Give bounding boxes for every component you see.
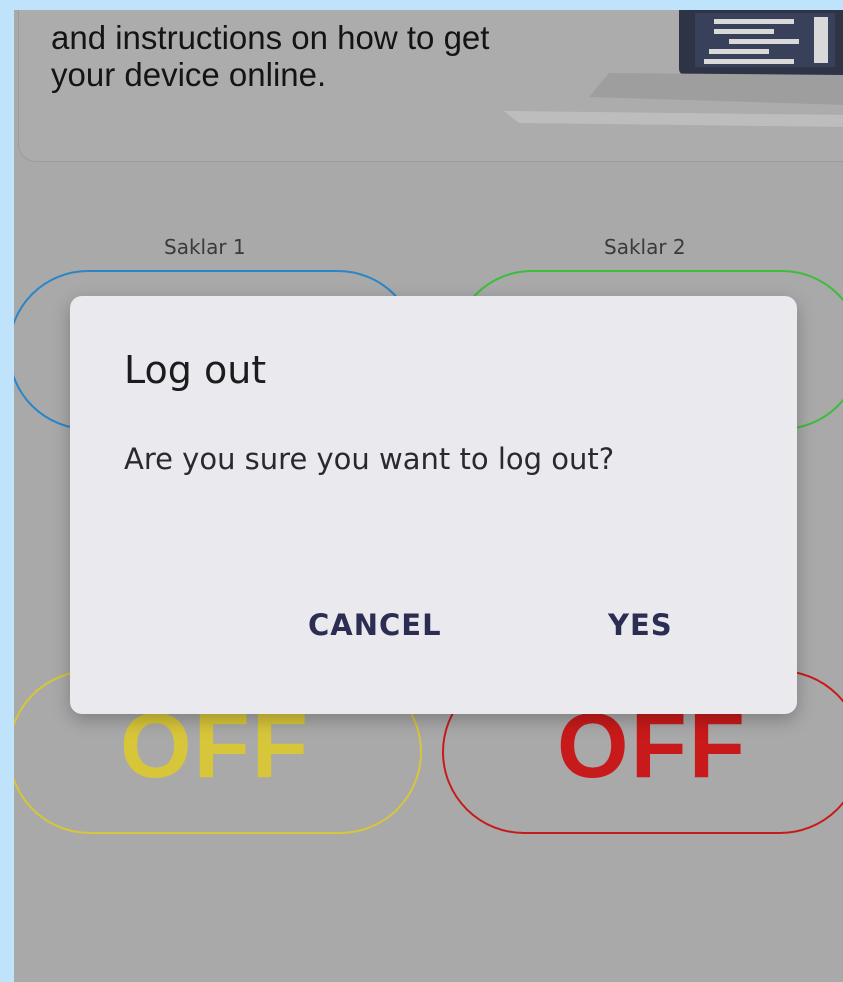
laptop-illustration	[504, 10, 843, 127]
dialog-title: Log out	[124, 348, 267, 392]
frame-top	[0, 0, 843, 10]
switch-label-1: Saklar 1	[164, 235, 246, 259]
frame-left	[0, 0, 14, 982]
info-card: and instructions on how to get your devi…	[18, 10, 843, 162]
yes-button[interactable]: YES	[608, 608, 673, 642]
cancel-button[interactable]: CANCEL	[308, 608, 442, 642]
dialog-message: Are you sure you want to log out?	[124, 442, 615, 476]
logout-dialog: Log out Are you sure you want to log out…	[70, 296, 797, 714]
switch-label-2: Saklar 2	[604, 235, 686, 259]
app-screen: and instructions on how to get your devi…	[14, 10, 843, 982]
